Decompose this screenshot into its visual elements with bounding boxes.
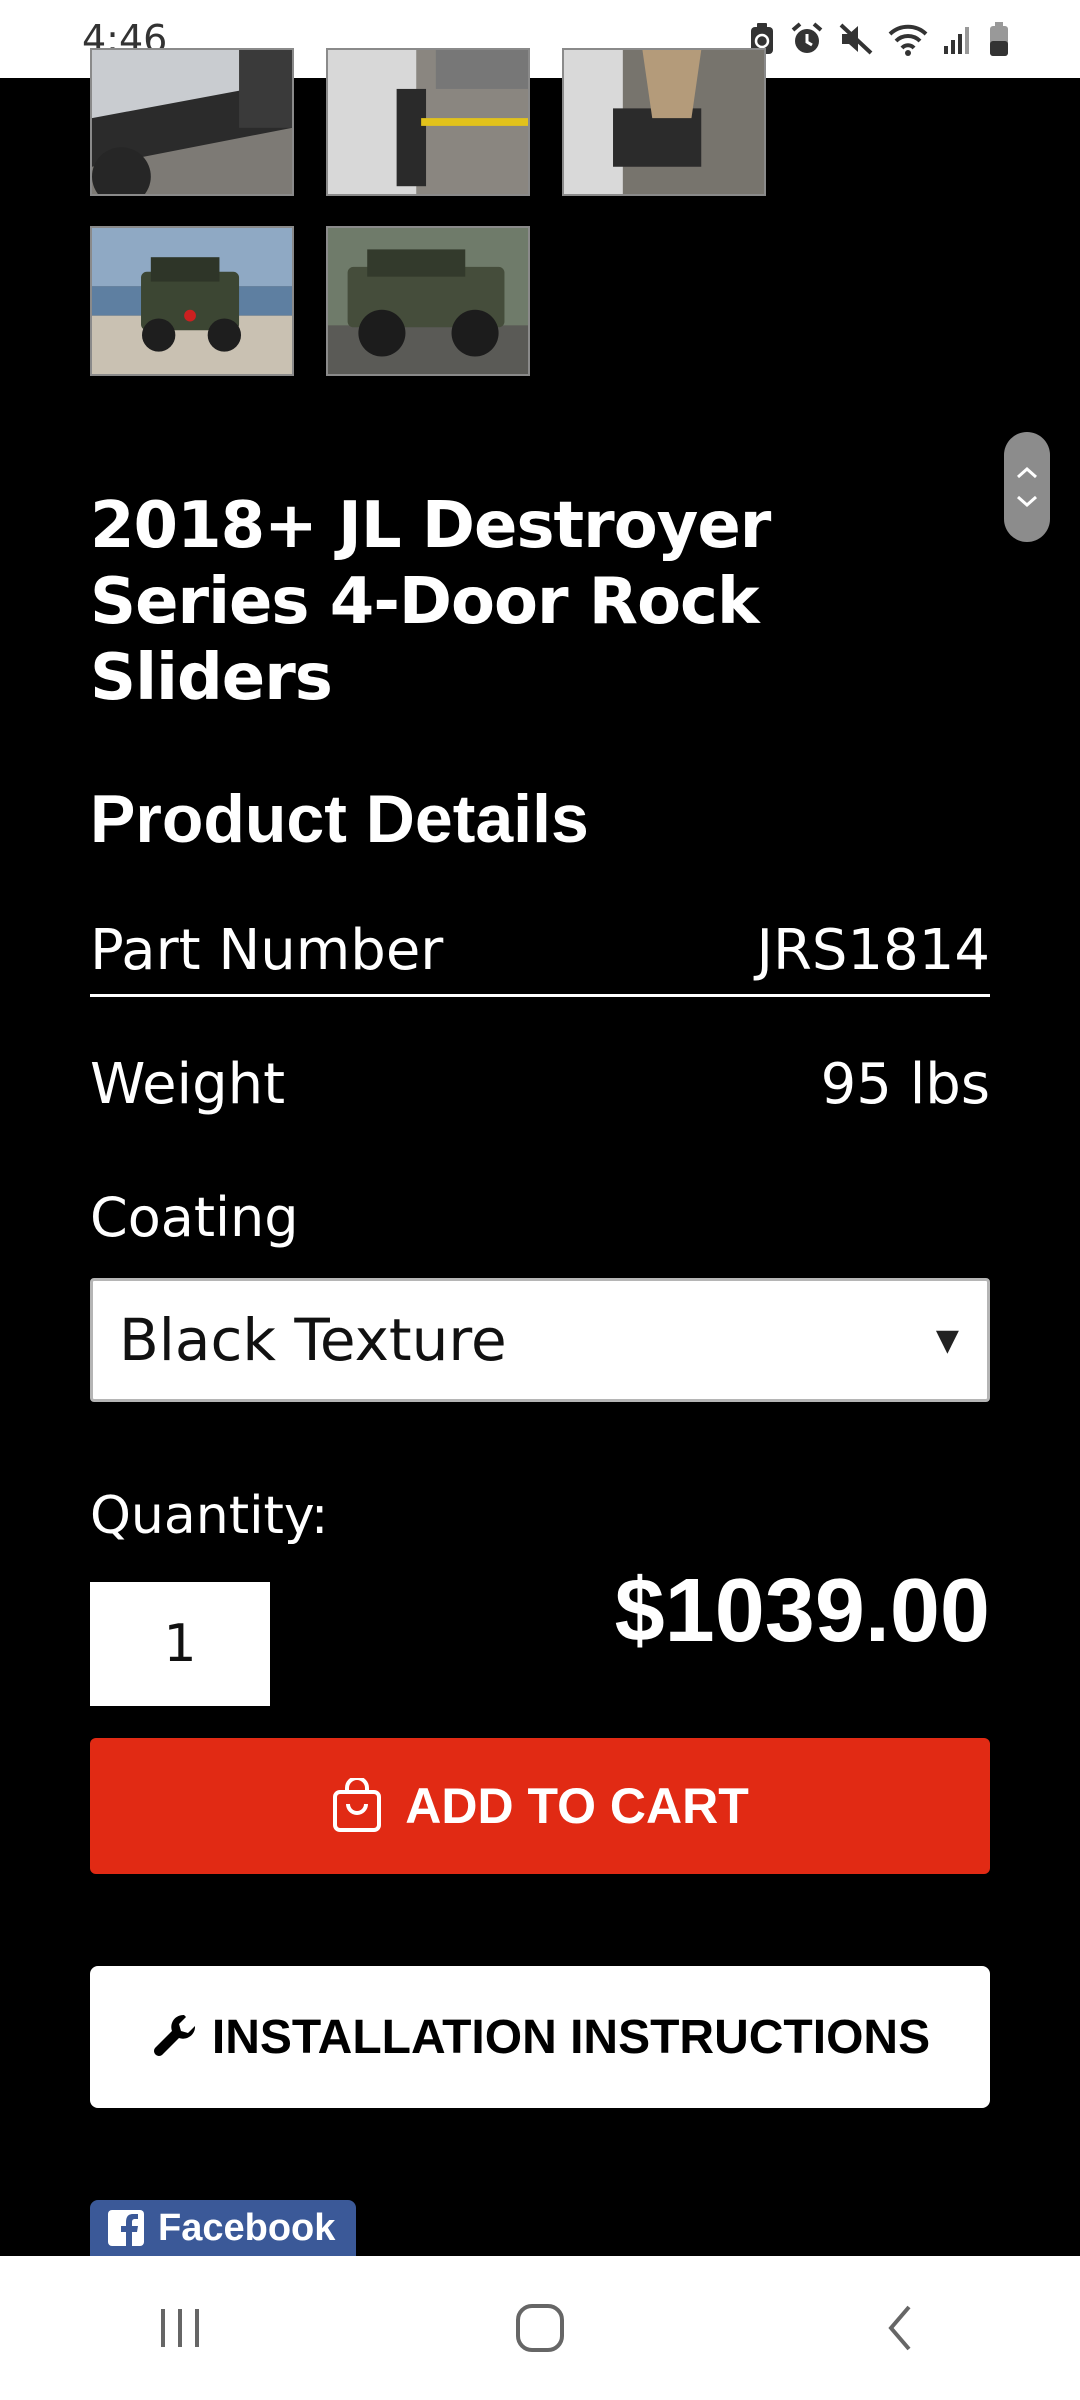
installation-instructions-button[interactable]: INSTALLATION INSTRUCTIONS [90, 1966, 990, 2108]
weight-row: Weight 95 lbs [90, 1052, 990, 1117]
recent-apps-button[interactable] [120, 2278, 240, 2378]
facebook-icon [108, 2210, 144, 2246]
add-to-cart-label: ADD TO CART [405, 1778, 749, 1834]
shopping-bag-icon [333, 1778, 382, 1832]
part-number-row: Part Number JRS1814 [90, 918, 990, 997]
back-icon [888, 2305, 911, 2351]
quantity-label: Quantity: [90, 1486, 329, 1546]
thumbnail-jeep-beach[interactable] [90, 226, 294, 376]
facebook-label: Facebook [158, 2206, 336, 2249]
thumbnail-slider-measure[interactable] [326, 48, 530, 196]
home-icon [516, 2304, 564, 2352]
installation-instructions-label: INSTALLATION INSTRUCTIONS [211, 2010, 931, 2064]
status-icons [748, 21, 1010, 57]
weight-value: 95 lbs [820, 1052, 990, 1117]
chevron-down-icon [1017, 495, 1037, 507]
weight-label: Weight [90, 1052, 286, 1117]
mute-icon [839, 23, 873, 55]
part-number-value: JRS1814 [756, 918, 991, 983]
add-to-cart-button[interactable]: ADD TO CART [90, 1738, 990, 1874]
scroll-handle[interactable] [1004, 432, 1050, 542]
thumbnail-slider-side-view[interactable] [90, 48, 294, 196]
coating-select[interactable]: Black Texture ▼ [90, 1278, 990, 1402]
dropdown-arrow-icon: ▼ [935, 1322, 959, 1358]
battery-icon [990, 22, 1008, 56]
thumbnail-slider-step[interactable] [562, 48, 766, 196]
coating-selected-value: Black Texture [119, 1306, 507, 1374]
part-number-label: Part Number [90, 918, 444, 983]
price: $1039.00 [614, 1561, 990, 1661]
thumbnail-jeep-side[interactable] [326, 226, 530, 376]
wifi-icon [888, 24, 928, 56]
navigation-bar [0, 2256, 1080, 2400]
home-button[interactable] [480, 2278, 600, 2378]
wrench-icon [153, 2014, 195, 2056]
coating-label: Coating [90, 1186, 299, 1249]
back-button[interactable] [840, 2278, 960, 2378]
recent-apps-icon [161, 2309, 199, 2347]
facebook-share-button[interactable]: Facebook [90, 2200, 356, 2256]
product-details-heading: Product Details [90, 781, 589, 857]
product-title: 2018+ JL Destroyer Series 4-Door Rock Sl… [90, 489, 771, 715]
quantity-input[interactable]: 1 [90, 1582, 270, 1706]
chevron-up-icon [1017, 467, 1037, 479]
alarm-icon [791, 22, 823, 53]
signal-icon [944, 27, 969, 54]
